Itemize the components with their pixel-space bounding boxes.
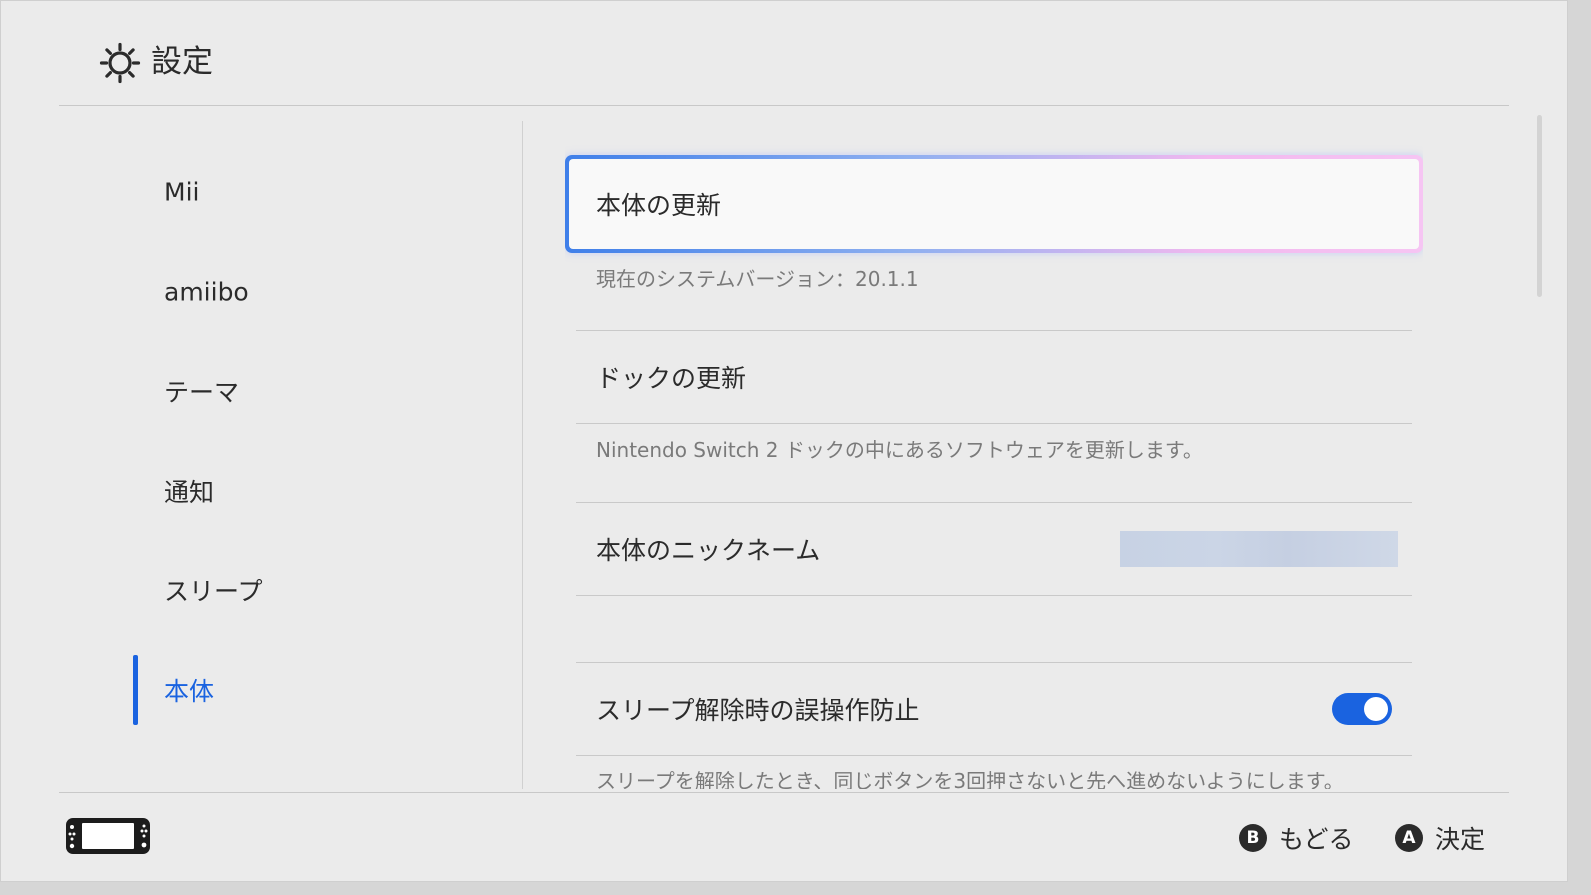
sidebar-item-notifications[interactable]: 通知 <box>59 456 522 526</box>
sidebar-item-system[interactable]: 本体 <box>59 655 522 725</box>
scrollbar[interactable] <box>1537 115 1542 297</box>
dock-update-row[interactable]: ドックの更新 <box>576 331 1412 423</box>
header: 設定 <box>59 1 1509 106</box>
system-update-row-inner: 本体の更新 <box>569 159 1419 249</box>
sidebar-item-amiibo[interactable]: amiibo <box>59 257 522 327</box>
sidebar-item-mii[interactable]: Mii <box>59 157 522 227</box>
a-button-icon: A <box>1395 824 1423 852</box>
divider <box>576 755 1412 756</box>
nickname-value-redacted <box>1120 531 1398 567</box>
nickname-label: 本体のニックネーム <box>596 531 820 567</box>
settings-content: 本体の更新 現在のシステムバージョン：20.1.1 ドックの更新 Nintend… <box>565 121 1423 789</box>
system-update-label: 本体の更新 <box>596 186 721 222</box>
gear-icon <box>99 42 141 84</box>
wake-lock-label: スリープ解除時の誤操作防止 <box>596 691 920 727</box>
sidebar-item-theme[interactable]: テーマ <box>59 356 522 426</box>
footer: B もどる A 決定 <box>59 792 1509 882</box>
page-title: 設定 <box>151 41 213 83</box>
console-icon <box>65 817 151 855</box>
b-button-icon: B <box>1239 824 1267 852</box>
sidebar-item-label: テーマ <box>164 373 239 409</box>
sidebar-item-label: 通知 <box>164 473 214 509</box>
divider <box>576 595 1412 596</box>
wake-lock-row[interactable]: スリープ解除時の誤操作防止 <box>576 663 1412 755</box>
sidebar-item-label: Mii <box>164 178 199 207</box>
sidebar-item-label: amiibo <box>164 278 249 307</box>
nickname-row[interactable]: 本体のニックネーム <box>576 503 1412 595</box>
system-version-text: 現在のシステムバージョン：20.1.1 <box>596 263 919 292</box>
dock-update-label: ドックの更新 <box>596 359 746 395</box>
sidebar-item-label: 本体 <box>164 672 214 708</box>
ok-button[interactable]: A 決定 <box>1395 820 1485 852</box>
system-update-row[interactable]: 本体の更新 <box>565 155 1423 253</box>
wake-lock-toggle[interactable] <box>1332 693 1392 725</box>
back-button[interactable]: B もどる <box>1239 820 1354 852</box>
toggle-knob <box>1364 697 1388 721</box>
active-indicator <box>133 655 138 725</box>
ok-label: 決定 <box>1435 825 1485 854</box>
sidebar: Mii amiibo テーマ 通知 スリープ 本体 <box>59 121 523 789</box>
dock-update-description: Nintendo Switch 2 ドックの中にあるソフトウェアを更新します。 <box>596 434 1203 463</box>
wake-lock-description: スリープを解除したとき、同じボタンを3回押さないと先へ進めないようにします。 <box>596 765 1344 789</box>
settings-screen: 設定 Mii amiibo テーマ 通知 スリープ 本体 本体の更新 現在のシス <box>0 0 1568 882</box>
sidebar-item-label: スリープ <box>164 572 263 608</box>
sidebar-item-sleep[interactable]: スリープ <box>59 555 522 625</box>
back-label: もどる <box>1279 825 1354 854</box>
divider <box>576 423 1412 424</box>
